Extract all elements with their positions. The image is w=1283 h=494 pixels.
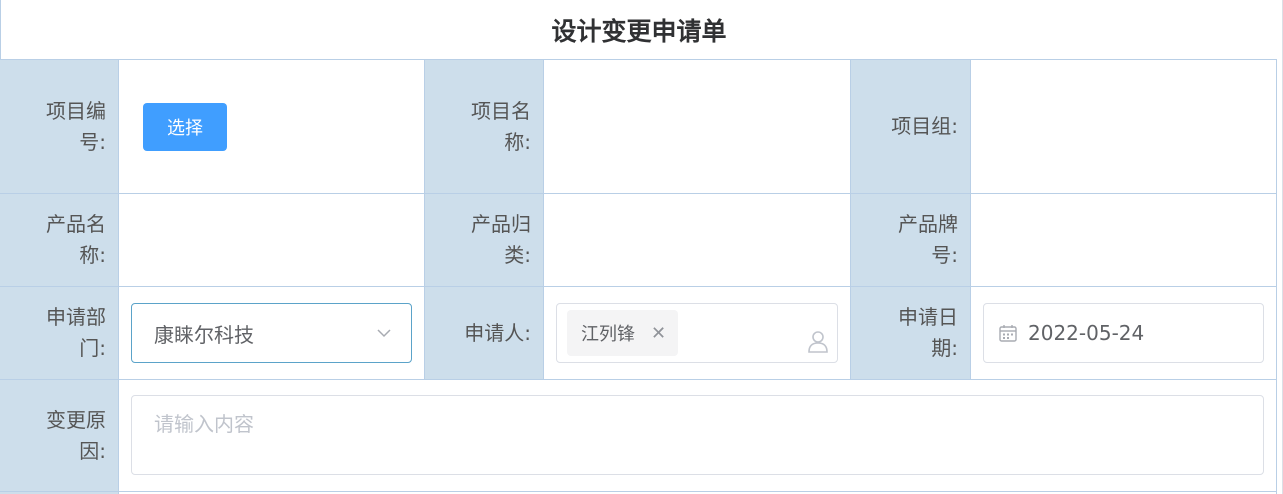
applicant-tag: 江列锋 ✕ [567,310,679,356]
form-grid: 项目编 号: 选择 项目名 称: 项目组: 产品名 称: 产品归 类: 产品牌 … [0,59,1277,494]
date-label: 申请日 期: [851,287,971,380]
product-name-value [119,194,425,287]
close-icon[interactable]: ✕ [651,323,666,344]
product-name-label: 产品名 称: [0,194,119,287]
project-name-value [544,60,851,194]
project-name-label-line2: 称: [504,129,531,154]
calendar-icon [999,325,1017,342]
dept-select-value: 康睐尔科技 [154,322,254,347]
project-no-label: 项目编 号: [0,60,119,194]
dept-value: 康睐尔科技 [119,287,425,380]
project-name-label: 项目名 称: [425,60,544,194]
date-picker[interactable]: 2022-05-24 [983,303,1264,363]
product-brand-label-line2: 号: [931,243,958,267]
dept-label-line2: 门: [79,336,106,360]
product-category-label: 产品归 类: [425,194,544,287]
reason-textarea[interactable]: 请输入内容 [131,395,1264,475]
product-name-label-line1: 产品名 [46,212,106,236]
applicant-picker[interactable]: 江列锋 ✕ [556,303,838,363]
applicant-value: 江列锋 ✕ [544,287,851,380]
reason-value: 请输入内容 [119,380,1277,492]
dept-select[interactable]: 康睐尔科技 [131,303,412,363]
date-value-text: 2022-05-24 [1028,321,1145,345]
project-group-label: 项目组: [851,60,971,194]
project-name-label-line1: 项目名 [471,98,531,123]
project-no-value: 选择 [119,60,425,194]
product-category-label-line1: 产品归 [471,212,531,236]
project-group-label-text: 项目组: [891,114,958,138]
product-category-value [544,194,851,287]
user-icon[interactable] [805,328,831,354]
design-change-form: 设计变更申请单 项目编 号: 选择 项目名 称: 项目组: 产品名 称: 产品归… [0,0,1283,494]
reason-label-line1: 变更原 [46,407,106,432]
project-no-label-line2: 号: [79,129,106,154]
applicant-tag-text: 江列锋 [581,324,635,345]
reason-label-line2: 因: [79,438,106,463]
reason-placeholder: 请输入内容 [154,412,254,436]
dept-label: 申请部 门: [0,287,119,380]
chevron-down-icon [377,329,391,338]
product-brand-value [971,194,1277,287]
project-no-label-line1: 项目编 [46,98,106,123]
form-title: 设计变更申请单 [0,0,1277,60]
date-label-line2: 期: [931,336,958,360]
project-group-value [971,60,1277,194]
select-project-button[interactable]: 选择 [143,102,227,151]
product-brand-label: 产品牌 号: [851,194,971,287]
dept-label-line1: 申请部 [46,305,106,329]
date-value: 2022-05-24 [971,287,1277,380]
product-category-label-line2: 类: [504,243,531,267]
product-brand-label-line1: 产品牌 [898,212,958,236]
applicant-label-text: 申请人: [464,320,531,345]
applicant-label: 申请人: [425,287,544,380]
product-name-label-line2: 称: [79,243,106,267]
date-label-line1: 申请日 [898,305,958,329]
reason-label: 变更原 因: [0,380,119,492]
